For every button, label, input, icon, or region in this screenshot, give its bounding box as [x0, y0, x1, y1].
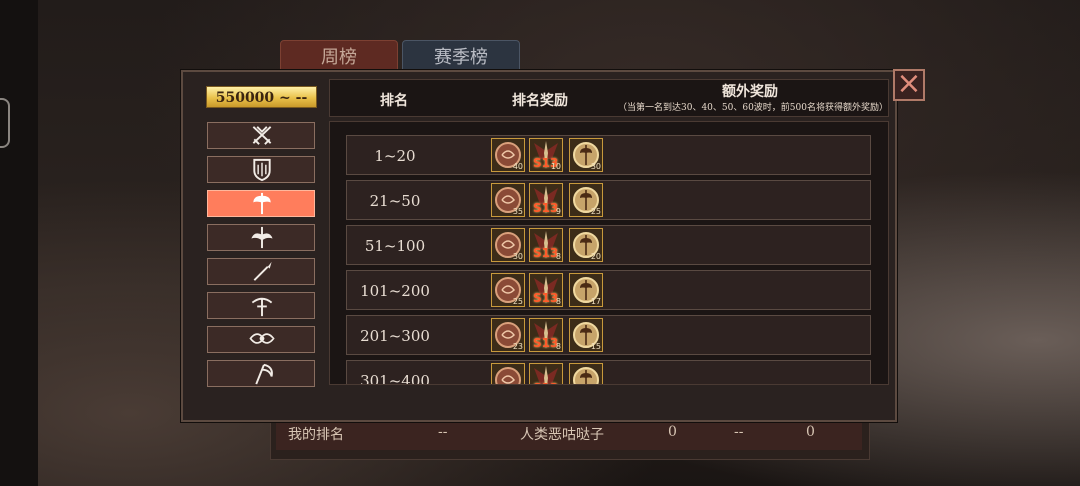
reward-item[interactable]: 35: [491, 183, 525, 217]
item-label: S13: [533, 291, 559, 305]
my-score-col6: 0: [806, 424, 815, 440]
item-count: 25: [512, 297, 523, 306]
item-label: S13: [533, 246, 559, 260]
my-rank-value: --: [438, 424, 448, 440]
weapon-filter-winged-eye[interactable]: [207, 326, 315, 353]
reward-rank-range: 21~50: [369, 192, 421, 210]
my-score-col4: 0: [668, 424, 677, 440]
reward-item[interactable]: 25: [491, 273, 525, 307]
winged-eye-icon: [249, 333, 275, 344]
item-count: 8: [555, 252, 561, 261]
reward-item[interactable]: 17: [569, 273, 603, 307]
reward-row: 21~50 35 S13 9 25: [346, 180, 871, 220]
weapon-filter-shield-emblem[interactable]: [207, 156, 315, 183]
item-count: 8: [555, 342, 561, 351]
scythe-icon: [255, 363, 273, 385]
reward-rank-range: 1~20: [374, 147, 416, 165]
reward-item[interactable]: S13 8: [529, 273, 563, 307]
item-count: 23: [512, 342, 523, 351]
reward-item[interactable]: S13 8: [529, 228, 563, 262]
reward-list[interactable]: 1~20 40 S13 10 30 21~50 35 S13 9 25 51~100 30 S13 8 20…: [329, 121, 889, 385]
reward-item[interactable]: 23: [491, 318, 525, 352]
reward-item[interactable]: S13 9: [529, 183, 563, 217]
side-handle[interactable]: [0, 98, 10, 148]
item-count: 30: [512, 252, 523, 261]
my-player-name: 人类恶咕哒子: [520, 427, 604, 443]
reward-row: 1~20 40 S13 10 30: [346, 135, 871, 175]
reward-rank-range: 301~400: [360, 372, 430, 385]
winged-crest-icon: [251, 226, 273, 249]
close-button[interactable]: ×: [893, 69, 925, 101]
spear-icon: [253, 261, 272, 281]
weapon-filter-spear[interactable]: [207, 258, 315, 285]
header-reward: 排名奖励: [512, 93, 568, 109]
reward-row: 51~100 30 S13 8 20: [346, 225, 871, 265]
header-rank: 排名: [380, 93, 408, 109]
weapon-filter-scythe[interactable]: [207, 360, 315, 387]
item-count: 17: [590, 297, 601, 306]
battle-axe-icon: [253, 192, 271, 215]
my-score-col5: --: [734, 424, 744, 440]
item-count: 25: [590, 207, 601, 216]
reward-item[interactable]: 40: [491, 138, 525, 172]
score-range-badge: 550000 ~ --: [206, 86, 317, 108]
reward-item[interactable]: 15: [569, 318, 603, 352]
item-count: 40: [512, 162, 523, 171]
item-label: S13: [533, 381, 558, 384]
my-rank-label: 我的排名: [288, 427, 344, 443]
item-count: 20: [590, 252, 601, 261]
reward-item[interactable]: [491, 363, 525, 384]
reward-item[interactable]: 30: [491, 228, 525, 262]
reward-item[interactable]: S13: [529, 363, 563, 384]
left-edge-strip: [0, 0, 38, 486]
reward-row: 201~300 23 S13 8 15: [346, 315, 871, 355]
item-label: S13: [533, 336, 559, 350]
axe-token-icon: [573, 367, 599, 384]
header-extra: 额外奖励: [722, 84, 778, 100]
shield-emblem-icon: [253, 158, 271, 182]
reward-item[interactable]: [569, 363, 603, 384]
item-label: S13: [533, 201, 559, 215]
reward-rank-range: 201~300: [360, 327, 430, 345]
item-count: 35: [512, 207, 523, 216]
weapon-filter-battle-axe[interactable]: [207, 190, 315, 217]
reward-item[interactable]: S13 8: [529, 318, 563, 352]
reward-item[interactable]: 20: [569, 228, 603, 262]
header-extra-note: （当第一名到达30、40、50、60波时，前500名将获得额外奖励）: [618, 103, 888, 113]
item-count: 8: [555, 297, 561, 306]
reward-row: 301~400 S13: [346, 360, 871, 385]
item-count: 9: [555, 207, 561, 216]
weapon-filter-winged-crest[interactable]: [207, 224, 315, 251]
bronze-coin-icon: [495, 367, 521, 384]
reward-rank-range: 51~100: [364, 237, 426, 255]
item-count: 10: [550, 162, 561, 171]
crossed-swords-icon: [252, 126, 272, 145]
reward-item[interactable]: 30: [569, 138, 603, 172]
reward-item[interactable]: 25: [569, 183, 603, 217]
close-icon: ×: [896, 66, 922, 101]
crossbow-icon: [251, 297, 273, 317]
item-count: 30: [590, 162, 601, 171]
weapon-filter-crossed-swords[interactable]: [207, 122, 315, 149]
item-count: 15: [590, 342, 601, 351]
weapon-filter-crossbow[interactable]: [207, 292, 315, 319]
reward-item[interactable]: S13 10: [529, 138, 563, 172]
reward-row: 101~200 25 S13 8 17: [346, 270, 871, 310]
reward-table-header: 排名 排名奖励 额外奖励 （当第一名到达30、40、50、60波时，前500名将…: [329, 79, 889, 117]
reward-rank-range: 101~200: [360, 282, 430, 300]
